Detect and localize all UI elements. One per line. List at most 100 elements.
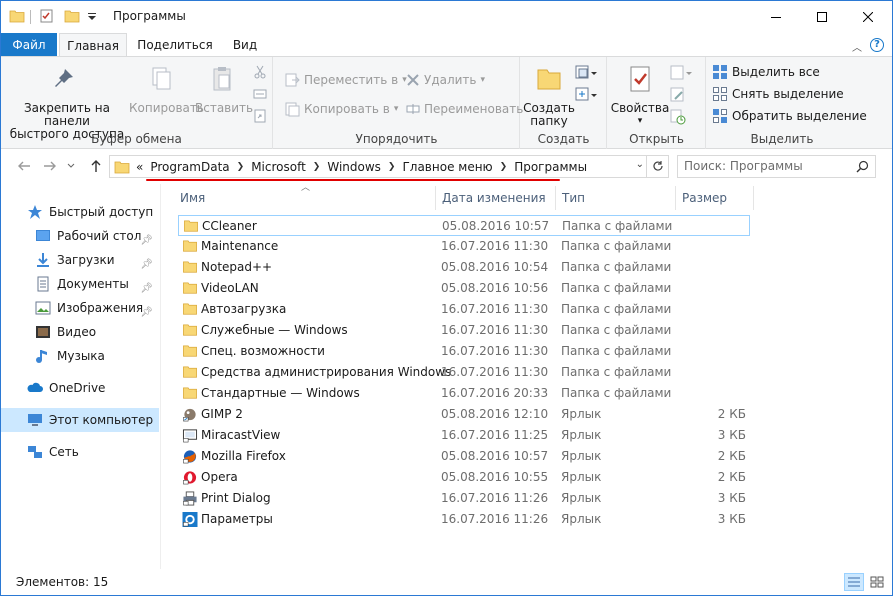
tab-home[interactable]: Главная: [59, 33, 127, 57]
breadcrumb-programs[interactable]: Программы: [509, 160, 592, 174]
nav-onedrive[interactable]: OneDrive: [1, 376, 159, 400]
ribbon-collapse-icon[interactable]: ︿: [852, 39, 862, 54]
file-row[interactable]: MiracastView 16.07.2016 11:25 Ярлык 3 КБ: [178, 425, 750, 446]
move-to-button[interactable]: Переместить в ▾: [284, 70, 407, 90]
group-organize: Переместить в ▾ Копировать в ▾ Удалить ▾ Пе…: [274, 57, 523, 149]
folder-icon: [114, 161, 130, 173]
address-bar[interactable]: « ProgramData ❯ Microsoft ❯ Windows ❯ Гл…: [109, 155, 669, 178]
delete-button[interactable]: Удалить ▾: [406, 70, 485, 90]
select-all-button[interactable]: Выделить все: [712, 62, 820, 82]
copy-icon: [152, 67, 171, 90]
new-item-icon[interactable]: [575, 65, 597, 81]
breadcrumb-separator-icon[interactable]: ❯: [311, 162, 323, 172]
breadcrumb-start-menu[interactable]: Главное меню: [397, 160, 497, 174]
tab-share[interactable]: Поделиться: [133, 33, 217, 57]
breadcrumb-separator-icon[interactable]: ❯: [235, 162, 247, 172]
breadcrumb-programdata[interactable]: ProgramData: [145, 160, 234, 174]
nav-documents[interactable]: Документы 📌︎: [1, 272, 159, 296]
column-header-size[interactable]: Размер: [676, 186, 754, 210]
minimize-button[interactable]: [753, 1, 799, 32]
pin-quick-access-button[interactable]: Закрепить на панели быстрого доступа: [7, 63, 127, 141]
file-row[interactable]: Средства администрирования Windows 16.07.…: [178, 362, 750, 383]
column-header-name[interactable]: Имя: [174, 186, 436, 210]
file-date: 16.07.2016 11:25: [441, 428, 549, 442]
file-row[interactable]: Opera 05.08.2016 10:55 Ярлык 2 КБ: [178, 467, 750, 488]
edit-icon[interactable]: [670, 87, 686, 103]
nav-label: Видео: [57, 325, 97, 339]
nav-downloads[interactable]: Загрузки 📌︎: [1, 248, 159, 272]
file-row[interactable]: GIMP 2 05.08.2016 12:10 Ярлык 2 КБ: [178, 404, 750, 425]
file-row[interactable]: Maintenance 16.07.2016 11:30 Папка с файла…: [178, 236, 750, 257]
breadcrumb-separator-icon[interactable]: ❯: [386, 162, 398, 172]
file-row[interactable]: Автозагрузка 16.07.2016 11:30 Папка с файл…: [178, 299, 750, 320]
tab-view[interactable]: Вид: [223, 33, 267, 57]
search-input[interactable]: Поиск: Программы: [677, 155, 876, 178]
open-icon[interactable]: [670, 65, 692, 81]
network-icon: [28, 446, 42, 458]
nav-pictures[interactable]: Изображения 📌︎: [1, 296, 159, 320]
properties-icon[interactable]: [39, 9, 55, 23]
recent-locations-button[interactable]: [65, 158, 77, 176]
folder-icon: [183, 387, 197, 399]
close-button[interactable]: [845, 1, 891, 32]
nav-label: Документы: [57, 277, 129, 291]
new-folder-icon[interactable]: [64, 9, 80, 23]
breadcrumb-overflow[interactable]: «: [130, 160, 145, 174]
nav-network[interactable]: Сеть: [1, 440, 159, 464]
cut-icon[interactable]: [253, 65, 267, 79]
breadcrumb-separator-icon[interactable]: ❯: [498, 162, 510, 172]
file-type: Папка с файлами: [561, 302, 672, 316]
new-folder-button[interactable]: Создать папку: [523, 63, 575, 128]
file-row[interactable]: Служебные — Windows 16.07.2016 11:30 Папка…: [178, 320, 750, 341]
forward-button[interactable]: [41, 158, 59, 176]
breadcrumb-microsoft[interactable]: Microsoft: [246, 160, 311, 174]
file-row[interactable]: CCleaner 05.08.2016 10:57 Папка с файлами: [178, 215, 750, 236]
move-to-icon: [285, 73, 300, 87]
file-type: Папка с файлами: [561, 323, 672, 337]
refresh-button[interactable]: [646, 156, 668, 177]
file-row[interactable]: VideoLAN 05.08.2016 10:56 Папка с файлами: [178, 278, 750, 299]
column-header-type[interactable]: Тип: [556, 186, 676, 210]
up-button[interactable]: [87, 158, 105, 176]
customize-toolbar-icon[interactable]: [87, 9, 97, 23]
invert-selection-button[interactable]: Обратить выделение: [712, 106, 867, 126]
select-none-button[interactable]: Снять выделение: [712, 84, 844, 104]
breadcrumb-windows[interactable]: Windows: [322, 160, 386, 174]
nav-music[interactable]: Музыка: [1, 344, 159, 368]
file-name: Стандартные — Windows: [201, 386, 360, 400]
properties-button[interactable]: Свойства ▾: [610, 63, 670, 128]
column-header-date[interactable]: Дата изменения: [436, 186, 556, 210]
file-row[interactable]: Стандартные — Windows 16.07.2016 20:33 Пап…: [178, 383, 750, 404]
file-row[interactable]: Print Dialog 16.07.2016 11:26 Ярлык 3 КБ: [178, 488, 750, 509]
nav-desktop[interactable]: Рабочий стол 📌︎: [1, 224, 159, 248]
large-icons-view-button[interactable]: [867, 573, 887, 591]
easy-access-icon[interactable]: [575, 87, 597, 103]
file-row[interactable]: Notepad++ 05.08.2016 10:54 Папка с файлами: [178, 257, 750, 278]
nav-video[interactable]: Видео: [1, 320, 159, 344]
tab-file[interactable]: Файл: [1, 33, 57, 57]
nav-this-pc[interactable]: Этот компьютер: [1, 408, 159, 432]
maximize-button[interactable]: [799, 1, 845, 32]
copy-button[interactable]: Копировать: [129, 63, 204, 115]
file-date: 16.07.2016 11:26: [441, 512, 549, 526]
paste-shortcut-icon[interactable]: [253, 109, 267, 123]
file-row[interactable]: Спец. возможности 16.07.2016 11:30 Папка с…: [178, 341, 750, 362]
address-dropdown-icon[interactable]: ⌄: [636, 159, 644, 170]
copy-to-button[interactable]: Копировать в ▾: [284, 99, 398, 119]
file-list: ︿ Имя Дата изменения Тип Размер CCleaner…: [162, 183, 892, 569]
history-icon[interactable]: [670, 109, 686, 125]
details-view-button[interactable]: [844, 573, 864, 591]
file-row[interactable]: Параметры 16.07.2016 11:26 Ярлык 3 КБ: [178, 509, 750, 530]
select-none-icon: [713, 87, 727, 101]
paste-button[interactable]: Вставить: [195, 63, 253, 115]
delete-label: Удалить: [424, 73, 477, 87]
nav-quick-access[interactable]: Быстрый доступ: [1, 200, 159, 224]
back-button[interactable]: [15, 158, 33, 176]
file-row[interactable]: Mozilla Firefox 05.08.2016 10:57 Ярлык 2 КБ: [178, 446, 750, 467]
rename-button[interactable]: Переименовать: [406, 99, 523, 119]
copy-path-icon[interactable]: [253, 87, 267, 101]
folder-icon: [183, 366, 197, 378]
delete-icon: [407, 74, 419, 86]
help-icon[interactable]: ?: [870, 38, 884, 52]
large-icons-view-icon: [870, 576, 884, 588]
